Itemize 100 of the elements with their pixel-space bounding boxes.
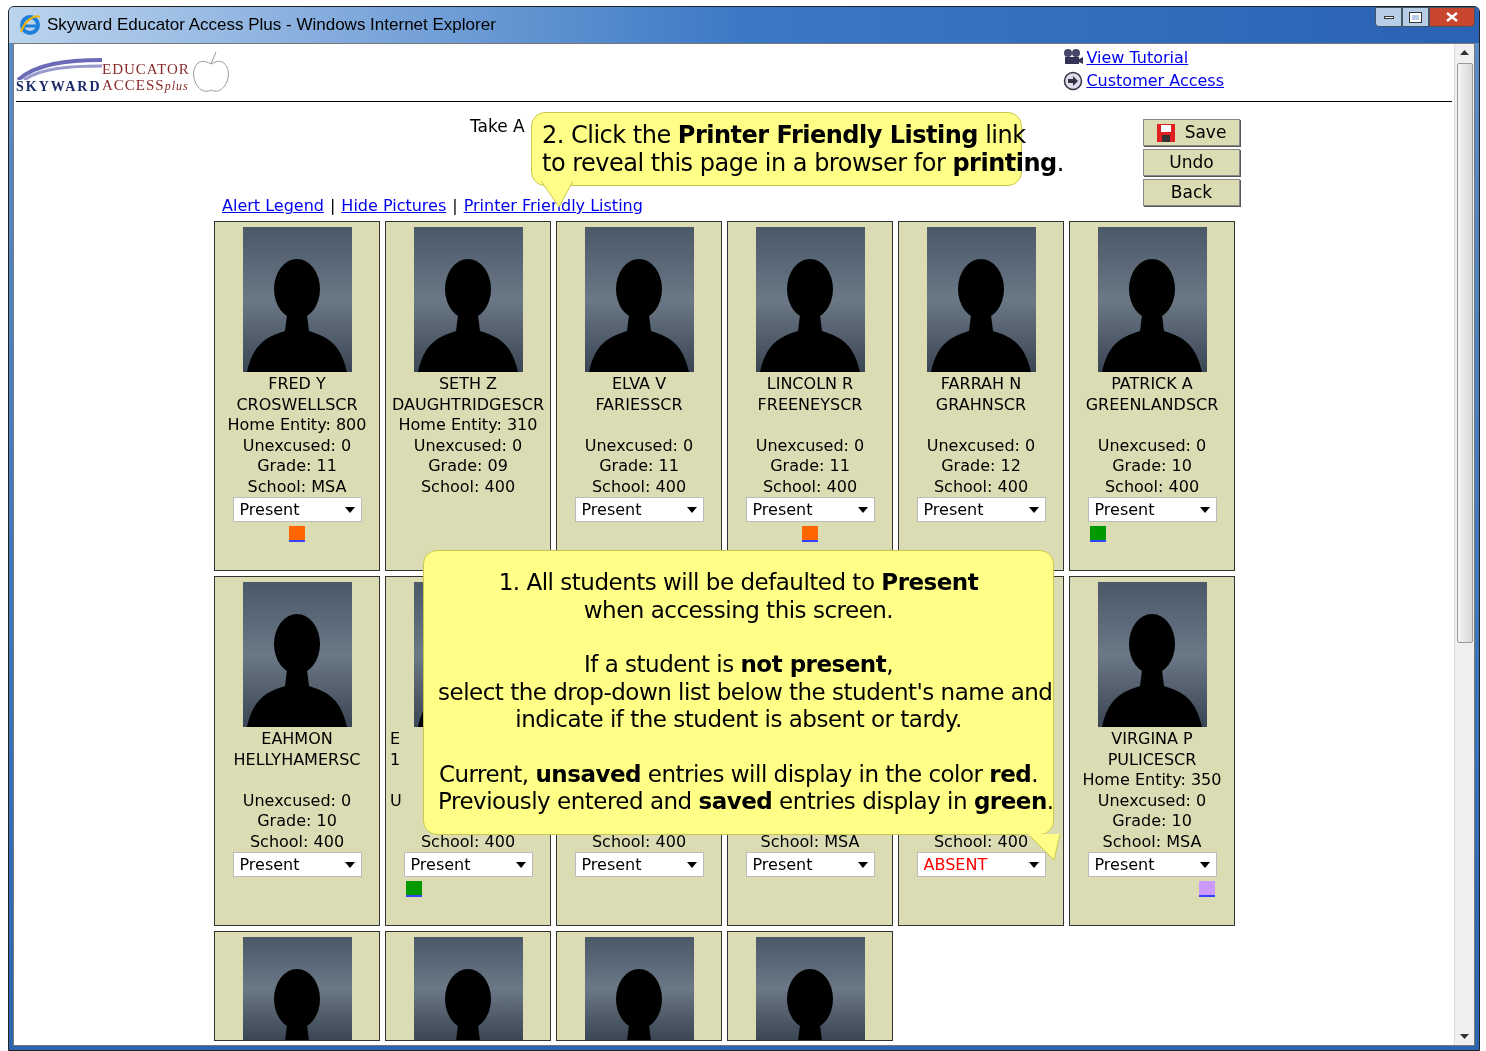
callout-text: when accessing this screen. bbox=[583, 596, 894, 623]
student-info-text: Home Entity: 800 bbox=[227, 415, 367, 434]
student-info-text: Unexcused: 0 bbox=[584, 435, 694, 455]
student-info-text: Grade: 10 bbox=[1112, 456, 1192, 475]
caret-icon bbox=[686, 861, 697, 868]
callout-text: 2. Click the Printer Friendly Listing link bbox=[542, 121, 1026, 149]
attendance-dropdown[interactable]: Present bbox=[1087, 852, 1217, 877]
close-icon bbox=[1446, 12, 1458, 22]
student-info-text: School: 400 bbox=[933, 831, 1029, 851]
browser-logo-icon bbox=[19, 14, 41, 36]
student-info-text: Grade: 11 bbox=[257, 456, 337, 475]
student-info-text: Home Entity: 310 bbox=[398, 415, 538, 434]
header-link[interactable]: Customer Access bbox=[1086, 69, 1224, 92]
student-info-text: School: 400 bbox=[762, 476, 858, 496]
student-info-text: FREENEYSCR bbox=[757, 394, 863, 414]
student-info-text: School: 400 bbox=[249, 831, 345, 851]
student-info-text: EAHMON bbox=[261, 729, 333, 748]
student-info-text: PULICESCR bbox=[1107, 749, 1197, 769]
student-info-text: E bbox=[390, 729, 401, 748]
caret-icon bbox=[1199, 506, 1210, 513]
page-link[interactable]: Hide Pictures bbox=[341, 194, 447, 218]
attendance-dropdown[interactable]: Present bbox=[403, 852, 533, 877]
student-info-text: CROSWELLSCR bbox=[236, 394, 358, 414]
callout-text: Current, unsaved entries will display in the color red. bbox=[438, 760, 1039, 787]
student-info-text: Unexcused: 0 bbox=[242, 790, 352, 810]
callout-text: Previously entered and saved entries display in green. bbox=[438, 788, 1054, 814]
link-separator: | bbox=[329, 195, 336, 217]
header-link[interactable]: View Tutorial bbox=[1086, 46, 1189, 69]
student-info-text: Grade: 11 bbox=[599, 456, 679, 475]
caret-icon bbox=[515, 861, 526, 868]
student-info-text: Home Entity: 350 bbox=[1082, 770, 1222, 789]
attendance-dropdown[interactable]: Present bbox=[574, 497, 704, 522]
callout-text: to reveal this page in a browser for printing. bbox=[542, 149, 1064, 177]
student-info-text: Unexcused: 0 bbox=[926, 435, 1036, 455]
student-info-text: School: 400 bbox=[933, 476, 1029, 496]
student-info-text: School: MSA bbox=[247, 476, 347, 496]
student-info-text: Unexcused: 0 bbox=[413, 435, 523, 455]
callout-text: 1. All students will be defaulted to Present bbox=[498, 569, 979, 595]
student-info-text: 1 bbox=[390, 749, 401, 769]
scrollbar[interactable] bbox=[1454, 44, 1474, 1045]
caret-icon bbox=[1028, 506, 1039, 513]
arrow-circle-icon bbox=[1063, 70, 1084, 91]
save-button[interactable]: Save bbox=[1143, 119, 1240, 146]
maximize-button[interactable] bbox=[1402, 7, 1429, 27]
attendance-dropdown[interactable]: Present bbox=[745, 497, 875, 522]
student-info-text: FARIESSCR bbox=[595, 394, 683, 414]
student-info-text: Unexcused: 0 bbox=[755, 435, 865, 455]
student-info-text: School: 400 bbox=[420, 476, 516, 496]
student-info-text: DAUGHTRIDGESCR bbox=[392, 394, 544, 414]
student-info-text: Grade: 09 bbox=[428, 456, 508, 475]
callout-text: If a student is not present, bbox=[583, 651, 894, 677]
attendance-dropdown[interactable]: Present bbox=[232, 852, 362, 877]
caret-icon bbox=[344, 506, 355, 513]
page-link[interactable]: Alert Legend bbox=[222, 194, 324, 218]
student-info-text: Grade: 10 bbox=[1112, 811, 1192, 830]
student-info-text: Grade: 11 bbox=[770, 456, 850, 475]
caret-icon bbox=[686, 506, 697, 513]
student-info-text: FARRAH N bbox=[940, 374, 1022, 393]
student-info-text: GREENLANDSCR bbox=[1085, 394, 1219, 414]
student-info-text: VIRGINA P bbox=[1111, 729, 1193, 748]
window-title: Skyward Educator Access Plus - Windows Internet Explorer bbox=[47, 14, 496, 37]
link-separator: | bbox=[452, 195, 458, 217]
student-info-text: FRED Y bbox=[268, 374, 326, 393]
page-title: Take A bbox=[470, 115, 525, 138]
logo: SKYWARD EDUCATOR ACCESSplus bbox=[16, 50, 232, 94]
student-info-text: Unexcused: 0 bbox=[1097, 790, 1207, 810]
student-info-text: School: MSA bbox=[760, 831, 860, 851]
page-link[interactable]: Printer Friendly Listing bbox=[463, 194, 643, 218]
student-info-text: Unexcused: 0 bbox=[1097, 435, 1207, 455]
attendance-dropdown[interactable]: Present bbox=[574, 852, 704, 877]
attendance-dropdown[interactable]: ABSENT bbox=[916, 852, 1046, 877]
attendance-dropdown[interactable]: Present bbox=[916, 497, 1046, 522]
minimize-button[interactable] bbox=[1375, 7, 1402, 27]
student-info-text: GRAHNSCR bbox=[935, 394, 1027, 414]
student-info-text: School: 400 bbox=[420, 831, 516, 851]
callout-text: select the drop-down list below the student's name and bbox=[438, 678, 1053, 705]
scroll-down-icon[interactable] bbox=[1460, 1034, 1469, 1039]
action-button[interactable]: Back bbox=[1143, 179, 1240, 206]
student-info-text: HELLYHAMERSC bbox=[233, 749, 361, 769]
caret-icon bbox=[344, 861, 355, 868]
student-info-text: School: MSA bbox=[1102, 831, 1202, 851]
student-info-text: ELVA V bbox=[611, 374, 667, 393]
student-info-text: LINCOLN R bbox=[766, 374, 854, 393]
scroll-thumb[interactable] bbox=[1456, 63, 1473, 643]
student-info-text: Grade: 12 bbox=[941, 456, 1021, 475]
callout-text: indicate if the student is absent or tardy. bbox=[515, 706, 962, 732]
student-info-text: School: 400 bbox=[591, 831, 687, 851]
caret-icon bbox=[857, 506, 868, 513]
student-info-text: U bbox=[390, 790, 402, 810]
student-info-text: PATRICK A bbox=[1111, 374, 1193, 393]
student-info-text: School: 400 bbox=[1104, 476, 1200, 496]
action-button[interactable]: Undo bbox=[1143, 149, 1240, 176]
attendance-dropdown[interactable]: Present bbox=[745, 852, 875, 877]
student-info-text: Unexcused: 0 bbox=[242, 435, 352, 455]
caret-icon bbox=[857, 861, 868, 868]
attendance-dropdown[interactable]: Present bbox=[1087, 497, 1217, 522]
attendance-dropdown[interactable]: Present bbox=[232, 497, 362, 522]
student-info-text: SETH Z bbox=[438, 374, 498, 393]
scroll-up-icon[interactable] bbox=[1460, 50, 1469, 55]
close-button[interactable] bbox=[1429, 7, 1475, 27]
